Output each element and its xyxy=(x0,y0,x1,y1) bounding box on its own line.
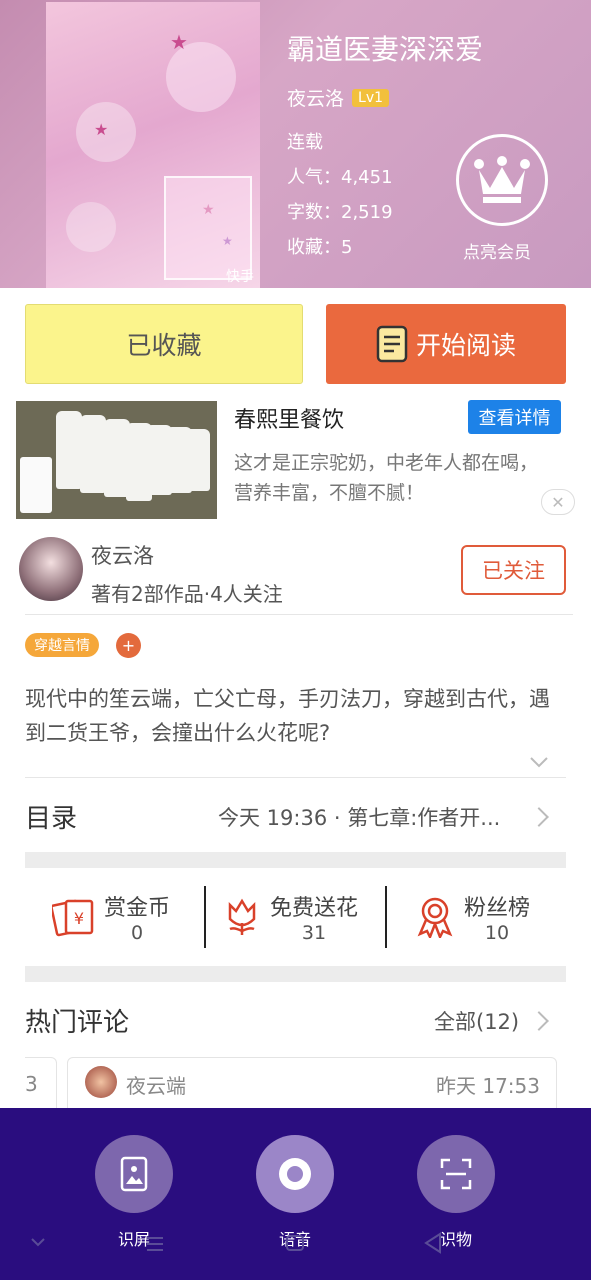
bottle-graphic xyxy=(184,429,210,491)
all-comments-label[interactable]: 全部(12) xyxy=(434,1006,519,1036)
add-tag-button[interactable]: + xyxy=(116,633,141,658)
cover-decoration xyxy=(66,202,116,252)
ad-view-details-button[interactable]: 查看详情 xyxy=(468,400,561,434)
red-envelope-icon: ¥ xyxy=(52,899,94,937)
voice-assistant-bar: 识屏 语音 识物 xyxy=(0,1108,591,1280)
divider xyxy=(25,614,573,615)
award-ribbon-icon xyxy=(417,897,453,938)
comment-time: 昨天 17:53 xyxy=(436,1074,540,1098)
section-gap xyxy=(25,966,566,982)
book-title: 霸道医妻深深爱 xyxy=(287,33,484,66)
send-flower-label: 免费送花 xyxy=(270,896,359,921)
section-gap xyxy=(25,852,566,868)
author-name[interactable]: 夜云洛 xyxy=(91,540,154,570)
fan-ranking-value: 10 xyxy=(484,922,510,944)
book-author-row[interactable]: 夜云洛 Lv1 xyxy=(287,84,390,111)
reward-coins-item[interactable]: ¥ 赏金币 0 xyxy=(52,886,170,948)
screen-recognize-icon xyxy=(120,1156,148,1192)
voice-record-icon xyxy=(279,1158,311,1190)
back-icon[interactable] xyxy=(424,1232,442,1254)
ad-description[interactable]: 这才是正宗驼奶，中老年人都在喝，营养丰富，不膻不腻！ xyxy=(234,448,544,508)
favorite-button-label: 已收藏 xyxy=(126,331,202,360)
voice-record-button[interactable] xyxy=(256,1135,334,1213)
book-cover[interactable]: ★ ★ ★ ★ 快手 xyxy=(46,2,260,288)
book-favorites: 收藏：5 xyxy=(287,237,353,258)
fan-ranking-item[interactable]: 粉丝榜 10 xyxy=(416,886,530,948)
reward-coins-label: 赏金币 xyxy=(104,896,171,921)
follow-button-label: 已关注 xyxy=(482,559,545,583)
book-icon xyxy=(376,325,408,363)
vip-button[interactable] xyxy=(456,134,548,226)
fan-ranking-label: 粉丝榜 xyxy=(464,896,531,921)
star-icon: ★ xyxy=(94,120,109,139)
divider xyxy=(385,886,387,948)
ad-image[interactable] xyxy=(16,401,217,519)
follow-button[interactable]: 已关注 xyxy=(461,545,566,595)
book-header: ★ ★ ★ ★ 快手 霸道医妻深深爱 夜云洛 Lv1 连载 人气：4,451 字… xyxy=(0,0,591,288)
comment-peek-text: 3 xyxy=(25,1072,38,1096)
ad-close-button[interactable]: ✕ xyxy=(541,489,575,515)
screen-recognize-button[interactable] xyxy=(95,1135,173,1213)
object-scan-button[interactable] xyxy=(417,1135,495,1213)
genre-tag[interactable]: 穿越言情 xyxy=(25,633,99,657)
commenter-avatar[interactable] xyxy=(85,1066,117,1098)
favorite-button[interactable]: 已收藏 xyxy=(25,304,303,384)
cover-frame xyxy=(164,176,252,280)
vip-label[interactable]: 点亮会员 xyxy=(463,238,531,263)
start-reading-label: 开始阅读 xyxy=(415,331,516,360)
book-status: 连载 xyxy=(287,132,323,153)
send-flower-value: 31 xyxy=(301,922,327,944)
commenter-name[interactable]: 夜云端 xyxy=(126,1070,186,1099)
divider xyxy=(204,886,206,948)
cover-brand: 快手 xyxy=(226,269,254,285)
ad-title[interactable]: 春熙里餐饮 xyxy=(234,402,344,434)
close-icon: ✕ xyxy=(551,492,565,512)
start-reading-button[interactable]: 开始阅读 xyxy=(326,304,566,384)
chevron-right-icon xyxy=(529,807,549,827)
toc-label[interactable]: 目录 xyxy=(25,798,77,835)
object-scan-icon xyxy=(440,1158,472,1190)
book-popularity: 人气：4,451 xyxy=(287,167,393,188)
level-badge: Lv1 xyxy=(352,88,390,107)
svg-text:¥: ¥ xyxy=(74,909,84,928)
chevron-right-icon xyxy=(529,1011,549,1031)
menu-icon[interactable] xyxy=(146,1236,164,1252)
reward-coins-value: 0 xyxy=(130,922,144,944)
hot-comments-title: 热门评论 xyxy=(25,1008,130,1038)
send-flower-item[interactable]: 免费送花 31 xyxy=(224,886,358,948)
home-icon[interactable] xyxy=(285,1234,305,1252)
author-summary: 著有2部作品·4人关注 xyxy=(91,582,283,606)
star-icon: ★ xyxy=(170,30,188,54)
book-intro: 现代中的笙云端，亡父亡母，手刃法刀，穿越到古代，遇到二货王爷，会撞出什么火花呢? xyxy=(25,687,550,745)
comment-card-previous[interactable]: 3 xyxy=(25,1057,57,1109)
crown-icon xyxy=(474,156,530,203)
book-word-count: 字数：2,519 xyxy=(287,202,393,223)
glass-graphic xyxy=(20,457,52,513)
bottle-graphic xyxy=(56,411,82,489)
plus-icon: + xyxy=(121,636,136,655)
chevron-down-icon[interactable] xyxy=(30,1236,46,1248)
flower-icon xyxy=(228,898,256,935)
book-author[interactable]: 夜云洛 xyxy=(287,84,344,111)
author-avatar[interactable] xyxy=(19,537,83,601)
toc-latest-chapter[interactable]: 今天 19:36 · 第七章:作者开... xyxy=(218,802,500,832)
chevron-down-icon[interactable] xyxy=(529,752,549,772)
bottle-graphic xyxy=(80,415,106,493)
divider xyxy=(25,777,566,778)
